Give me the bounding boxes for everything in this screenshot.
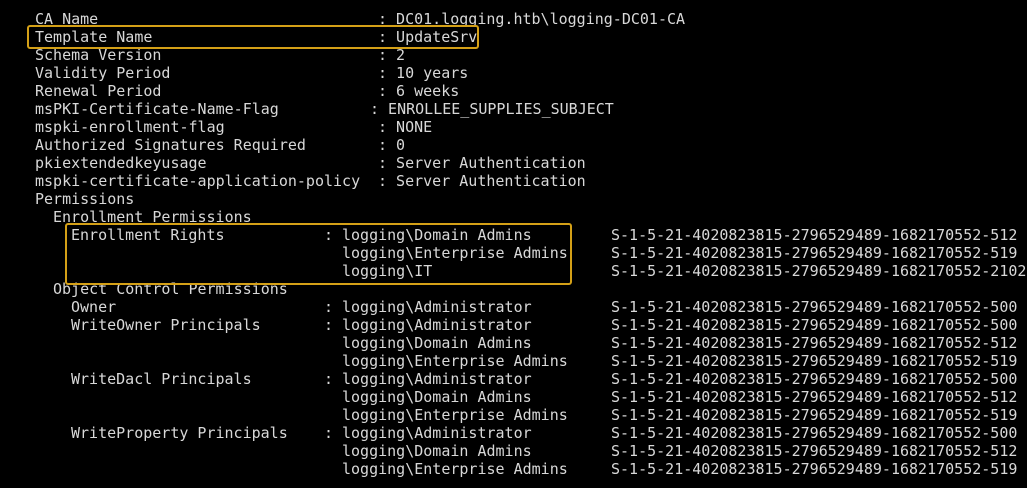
enrollment-rights-highlight-box	[65, 223, 572, 285]
writeowner-prefix: :	[324, 316, 343, 334]
owner-prefix: :	[324, 298, 343, 316]
writeowner-row: WriteOwner Principals : logging\Administ…	[0, 316, 1017, 334]
writedacl-row: logging\Enterprise Admins S-1-5-21-40208…	[0, 406, 1017, 424]
writedacl-sid: S-1-5-21-4020823815-2796529489-168217055…	[611, 370, 1018, 388]
renewal-period-value: : 6 weeks	[378, 82, 460, 100]
writeowner-principal: logging\Administrator	[342, 316, 532, 334]
renewal-period-row: Renewal Period : 6 weeks	[0, 82, 459, 100]
eku-value: : Server Authentication	[378, 154, 586, 172]
renewal-period-label: Renewal Period	[35, 82, 162, 100]
writeproperty-prefix: :	[324, 424, 343, 442]
owner-sid: S-1-5-21-4020823815-2796529489-168217055…	[611, 298, 1018, 316]
validity-period-label: Validity Period	[35, 64, 171, 82]
permissions-heading: Permissions	[35, 190, 135, 208]
writedacl-row: WriteDacl Principals : logging\Administr…	[0, 370, 1017, 388]
auth-signatures-row: Authorized Signatures Required : 0	[0, 136, 405, 154]
owner-principal: logging\Administrator	[342, 298, 532, 316]
name-flag-label: msPKI-Certificate-Name-Flag	[35, 100, 279, 118]
writeowner-sid: S-1-5-21-4020823815-2796529489-168217055…	[611, 334, 1018, 352]
name-flag-value: : ENROLLEE_SUPPLIES_SUBJECT	[370, 100, 614, 118]
writeproperty-row: logging\Domain Admins S-1-5-21-402082381…	[0, 442, 1017, 460]
app-policy-label: mspki-certificate-application-policy	[35, 172, 361, 190]
writedacl-principal: logging\Administrator	[342, 370, 532, 388]
enrollment-rights-sid: S-1-5-21-4020823815-2796529489-168217055…	[611, 262, 1027, 280]
enrollment-flag-label: mspki-enrollment-flag	[35, 118, 225, 136]
writeproperty-label: WriteProperty Principals	[71, 424, 288, 442]
owner-label: Owner	[71, 298, 117, 316]
enrollment-rights-sid: S-1-5-21-4020823815-2796529489-168217055…	[611, 244, 1018, 262]
enrollment-rights-sid: S-1-5-21-4020823815-2796529489-168217055…	[611, 226, 1018, 244]
writeowner-label: WriteOwner Principals	[71, 316, 261, 334]
app-policy-value: : Server Authentication	[378, 172, 586, 190]
auth-signatures-value: : 0	[378, 136, 406, 154]
enrollment-rights-row: logging\IT S-1-5-21-4020823815-279652948…	[0, 262, 1026, 280]
enrollment-flag-row: mspki-enrollment-flag : NONE	[0, 118, 432, 136]
permissions-heading-row: Permissions	[0, 190, 134, 208]
enrollment-flag-value: : NONE	[378, 118, 433, 136]
owner-row: Owner : logging\Administrator S-1-5-21-4…	[0, 298, 1017, 316]
writeowner-row: logging\Enterprise Admins S-1-5-21-40208…	[0, 352, 1017, 370]
writeproperty-row: logging\Enterprise Admins S-1-5-21-40208…	[0, 460, 1017, 478]
writeowner-principal: logging\Enterprise Admins	[342, 352, 568, 370]
template-name-highlight-box	[27, 25, 479, 49]
auth-signatures-label: Authorized Signatures Required	[35, 136, 306, 154]
writeowner-row: logging\Domain Admins S-1-5-21-402082381…	[0, 334, 1017, 352]
writeowner-sid: S-1-5-21-4020823815-2796529489-168217055…	[611, 352, 1018, 370]
terminal-output: CA Name : DC01.logging.htb\logging-DC01-…	[0, 0, 1027, 488]
writedacl-row: logging\Domain Admins S-1-5-21-402082381…	[0, 388, 1017, 406]
enrollment-permissions-heading-row: Enrollment Permissions	[0, 208, 252, 226]
writeowner-principal: logging\Domain Admins	[342, 334, 532, 352]
app-policy-row: mspki-certificate-application-policy : S…	[0, 172, 586, 190]
writeproperty-principal: logging\Domain Admins	[342, 442, 532, 460]
writeproperty-sid: S-1-5-21-4020823815-2796529489-168217055…	[611, 460, 1018, 478]
writedacl-sid: S-1-5-21-4020823815-2796529489-168217055…	[611, 406, 1018, 424]
writeproperty-sid: S-1-5-21-4020823815-2796529489-168217055…	[611, 442, 1018, 460]
enrollment-rights-row: Enrollment Rights : logging\Domain Admin…	[0, 226, 1017, 244]
writeproperty-principal: logging\Administrator	[342, 424, 532, 442]
validity-period-value: : 10 years	[378, 64, 469, 82]
name-flag-row: msPKI-Certificate-Name-Flag : ENROLLEE_S…	[0, 100, 614, 118]
validity-period-row: Validity Period : 10 years	[0, 64, 468, 82]
writeproperty-row: WriteProperty Principals : logging\Admin…	[0, 424, 1017, 442]
writeowner-sid: S-1-5-21-4020823815-2796529489-168217055…	[611, 316, 1018, 334]
enrollment-rights-row: logging\Enterprise Admins S-1-5-21-40208…	[0, 244, 1017, 262]
writeproperty-sid: S-1-5-21-4020823815-2796529489-168217055…	[611, 424, 1018, 442]
writedacl-sid: S-1-5-21-4020823815-2796529489-168217055…	[611, 388, 1018, 406]
writeproperty-principal: logging\Enterprise Admins	[342, 460, 568, 478]
eku-label: pkiextendedkeyusage	[35, 154, 207, 172]
writedacl-principal: logging\Domain Admins	[342, 388, 532, 406]
writedacl-principal: logging\Enterprise Admins	[342, 406, 568, 424]
writedacl-prefix: :	[324, 370, 343, 388]
writedacl-label: WriteDacl Principals	[71, 370, 252, 388]
eku-row: pkiextendedkeyusage : Server Authenticat…	[0, 154, 586, 172]
object-control-heading-row: Object Control Permissions	[0, 280, 288, 298]
